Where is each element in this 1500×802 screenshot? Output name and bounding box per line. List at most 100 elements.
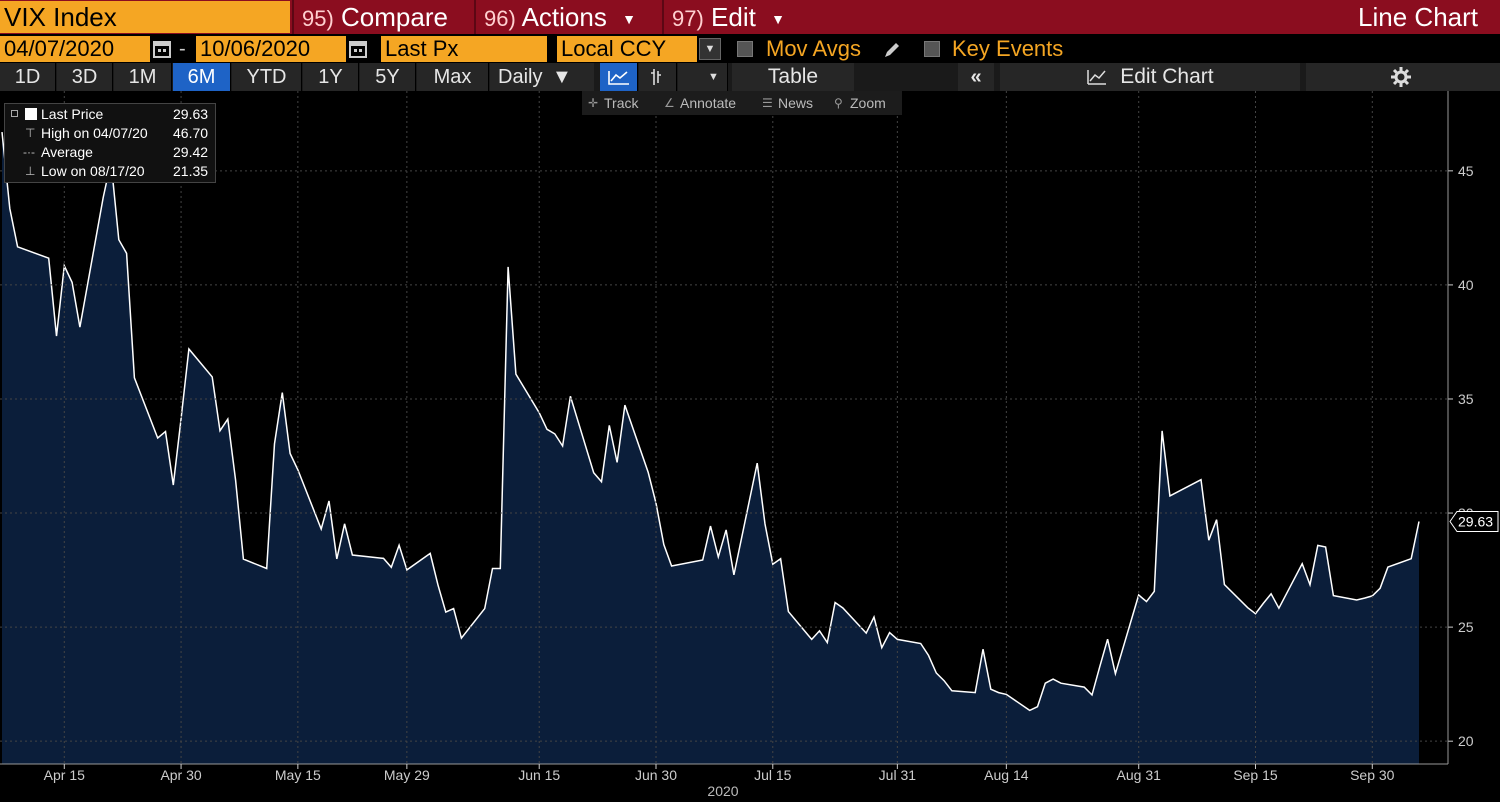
chart-type-label: Line Chart — [1358, 2, 1478, 32]
last-value-label: 29.63 — [1458, 513, 1493, 529]
start-date-input[interactable]: 04/07/2020 — [0, 36, 150, 62]
range-1d-button[interactable]: 1D — [0, 63, 56, 91]
range-1y-button[interactable]: 1Y — [303, 63, 359, 91]
legend-average-label: Average — [41, 144, 93, 160]
edit-menu-number: 97) — [672, 6, 704, 31]
chart-edit-icon — [1087, 70, 1107, 85]
currency-select[interactable]: Local CCY — [557, 36, 697, 62]
edit-chart-label: Edit Chart — [1120, 65, 1214, 88]
x-tick-label: Jul 31 — [879, 767, 917, 783]
x-tick-label: Aug 14 — [984, 767, 1029, 783]
range-1m-button[interactable]: 1M — [114, 63, 172, 91]
legend-row-last[interactable]: Last Price 29.63 — [5, 105, 217, 124]
edit-menu-label: Edit — [711, 2, 756, 32]
x-tick-label: Sep 15 — [1233, 767, 1278, 783]
gear-icon — [1391, 67, 1411, 87]
range-max-button[interactable]: Max — [417, 63, 489, 91]
x-tick-label: Jun 15 — [518, 767, 560, 783]
date-separator: - — [179, 38, 186, 60]
track-button[interactable]: ✛ Track — [582, 91, 654, 115]
annotate-label: Annotate — [680, 95, 737, 111]
x-tick-label: Jul 15 — [754, 767, 792, 783]
range-5y-button[interactable]: 5Y — [360, 63, 416, 91]
range-3d-button[interactable]: 3D — [57, 63, 113, 91]
range-6m-button[interactable]: 6M — [173, 63, 231, 91]
y-tick-label: 35 — [1458, 391, 1474, 407]
legend-low-value: 21.35 — [173, 163, 209, 179]
title-bar: VIX Index 95) Compare 96) Actions ▼ 97) … — [0, 0, 1500, 34]
year-axis-label: 2020 — [707, 783, 739, 799]
search-icon: ⚲ — [834, 96, 843, 110]
actions-menu-label: Actions — [521, 2, 607, 32]
toolbar: 1D 3D 1M 6M YTD 1Y 5Y Max Daily ▼ ▼ Tabl… — [0, 63, 1500, 91]
compare-menu-button[interactable]: 95) Compare — [292, 0, 472, 34]
line-chart[interactable]: 202530354045Apr 15Apr 30May 15May 29Jun … — [0, 91, 1500, 802]
y-tick-label: 40 — [1458, 277, 1474, 293]
y-tick-label: 25 — [1458, 619, 1474, 635]
x-tick-label: Apr 30 — [160, 767, 201, 783]
x-tick-label: Sep 30 — [1350, 767, 1395, 783]
y-tick-label: 45 — [1458, 163, 1474, 179]
chevron-down-icon: ▼ — [771, 11, 785, 28]
track-label: Track — [604, 95, 639, 111]
field-select[interactable]: Last Px — [381, 36, 547, 62]
settings-button[interactable] — [1306, 63, 1500, 91]
edit-menu-button[interactable]: 97) Edit ▼ — [662, 0, 802, 34]
low-marker-icon: ⊥ — [25, 164, 36, 178]
frequency-dropdown[interactable]: Daily ▼ — [490, 63, 594, 91]
average-marker-icon: -·- — [23, 145, 35, 159]
frequency-label: Daily — [498, 66, 543, 88]
legend-last-label: Last Price — [41, 106, 104, 122]
legend-low-label: Low on 08/17/20 — [41, 163, 145, 179]
compare-menu-number: 95) — [302, 6, 334, 31]
end-date-input[interactable]: 10/06/2020 — [196, 36, 346, 62]
calendar-icon[interactable] — [349, 39, 367, 59]
legend-high-label: High on 04/07/20 — [41, 125, 148, 141]
legend-square-icon — [11, 105, 37, 124]
annotate-button[interactable]: ∠ Annotate — [658, 91, 752, 115]
x-tick-label: Jun 30 — [635, 767, 677, 783]
edit-chart-button[interactable]: Edit Chart — [1000, 63, 1300, 91]
x-tick-label: Aug 31 — [1117, 767, 1162, 783]
chevron-down-icon[interactable]: ▼ — [699, 38, 721, 60]
actions-menu-button[interactable]: 96) Actions ▼ — [474, 0, 660, 34]
compare-menu-label: Compare — [341, 2, 448, 32]
line-chart-icon — [608, 71, 629, 85]
date-controls-bar: 04/07/2020 - 10/06/2020 Last Px Local CC… — [0, 35, 1500, 63]
legend-average-value: 29.42 — [173, 144, 209, 160]
chevron-down-icon: ▼ — [708, 71, 719, 83]
chevron-down-icon: ▼ — [622, 11, 636, 28]
crosshair-icon: ✛ — [588, 96, 599, 110]
zoom-label: Zoom — [850, 95, 886, 111]
x-tick-label: May 29 — [384, 767, 430, 783]
y-tick-label: 20 — [1458, 733, 1474, 749]
legend-high-value: 46.70 — [173, 125, 209, 141]
actions-menu-number: 96) — [484, 6, 516, 31]
range-ytd-button[interactable]: YTD — [232, 63, 302, 91]
key-events-label[interactable]: Key Events — [952, 35, 1063, 63]
news-button[interactable]: ☰ News — [756, 91, 826, 115]
bar-chart-toggle[interactable] — [639, 63, 677, 91]
chevron-down-icon: ▼ — [552, 66, 572, 88]
news-icon: ☰ — [762, 96, 773, 110]
high-marker-icon: ⊤ — [25, 126, 36, 140]
calendar-icon[interactable] — [153, 39, 171, 59]
pencil-icon[interactable] — [882, 40, 902, 60]
x-tick-label: Apr 15 — [44, 767, 85, 783]
zoom-button[interactable]: ⚲ Zoom — [828, 91, 900, 115]
mov-avgs-checkbox[interactable] — [737, 41, 753, 57]
legend-last-value: 29.63 — [173, 106, 209, 122]
table-button[interactable]: Table — [732, 63, 854, 91]
chart-tools-bar: ✛ Track ∠ Annotate ☰ News ⚲ Zoom — [582, 91, 902, 115]
legend-row-low: ⊥ Low on 08/17/20 21.35 — [5, 162, 217, 181]
collapse-button[interactable]: « — [958, 63, 994, 91]
mov-avgs-label[interactable]: Mov Avgs — [766, 35, 861, 63]
legend-row-average: -·- Average 29.42 — [5, 143, 217, 162]
line-chart-toggle[interactable] — [600, 63, 638, 91]
ohlc-icon — [651, 69, 661, 85]
chart-type-dropdown[interactable]: ▼ — [678, 63, 728, 91]
pen-icon: ∠ — [664, 96, 675, 110]
key-events-checkbox[interactable] — [924, 41, 940, 57]
chart-legend: Last Price 29.63 ⊤ High on 04/07/20 46.7… — [4, 103, 216, 183]
ticker-field[interactable]: VIX Index — [0, 1, 290, 33]
